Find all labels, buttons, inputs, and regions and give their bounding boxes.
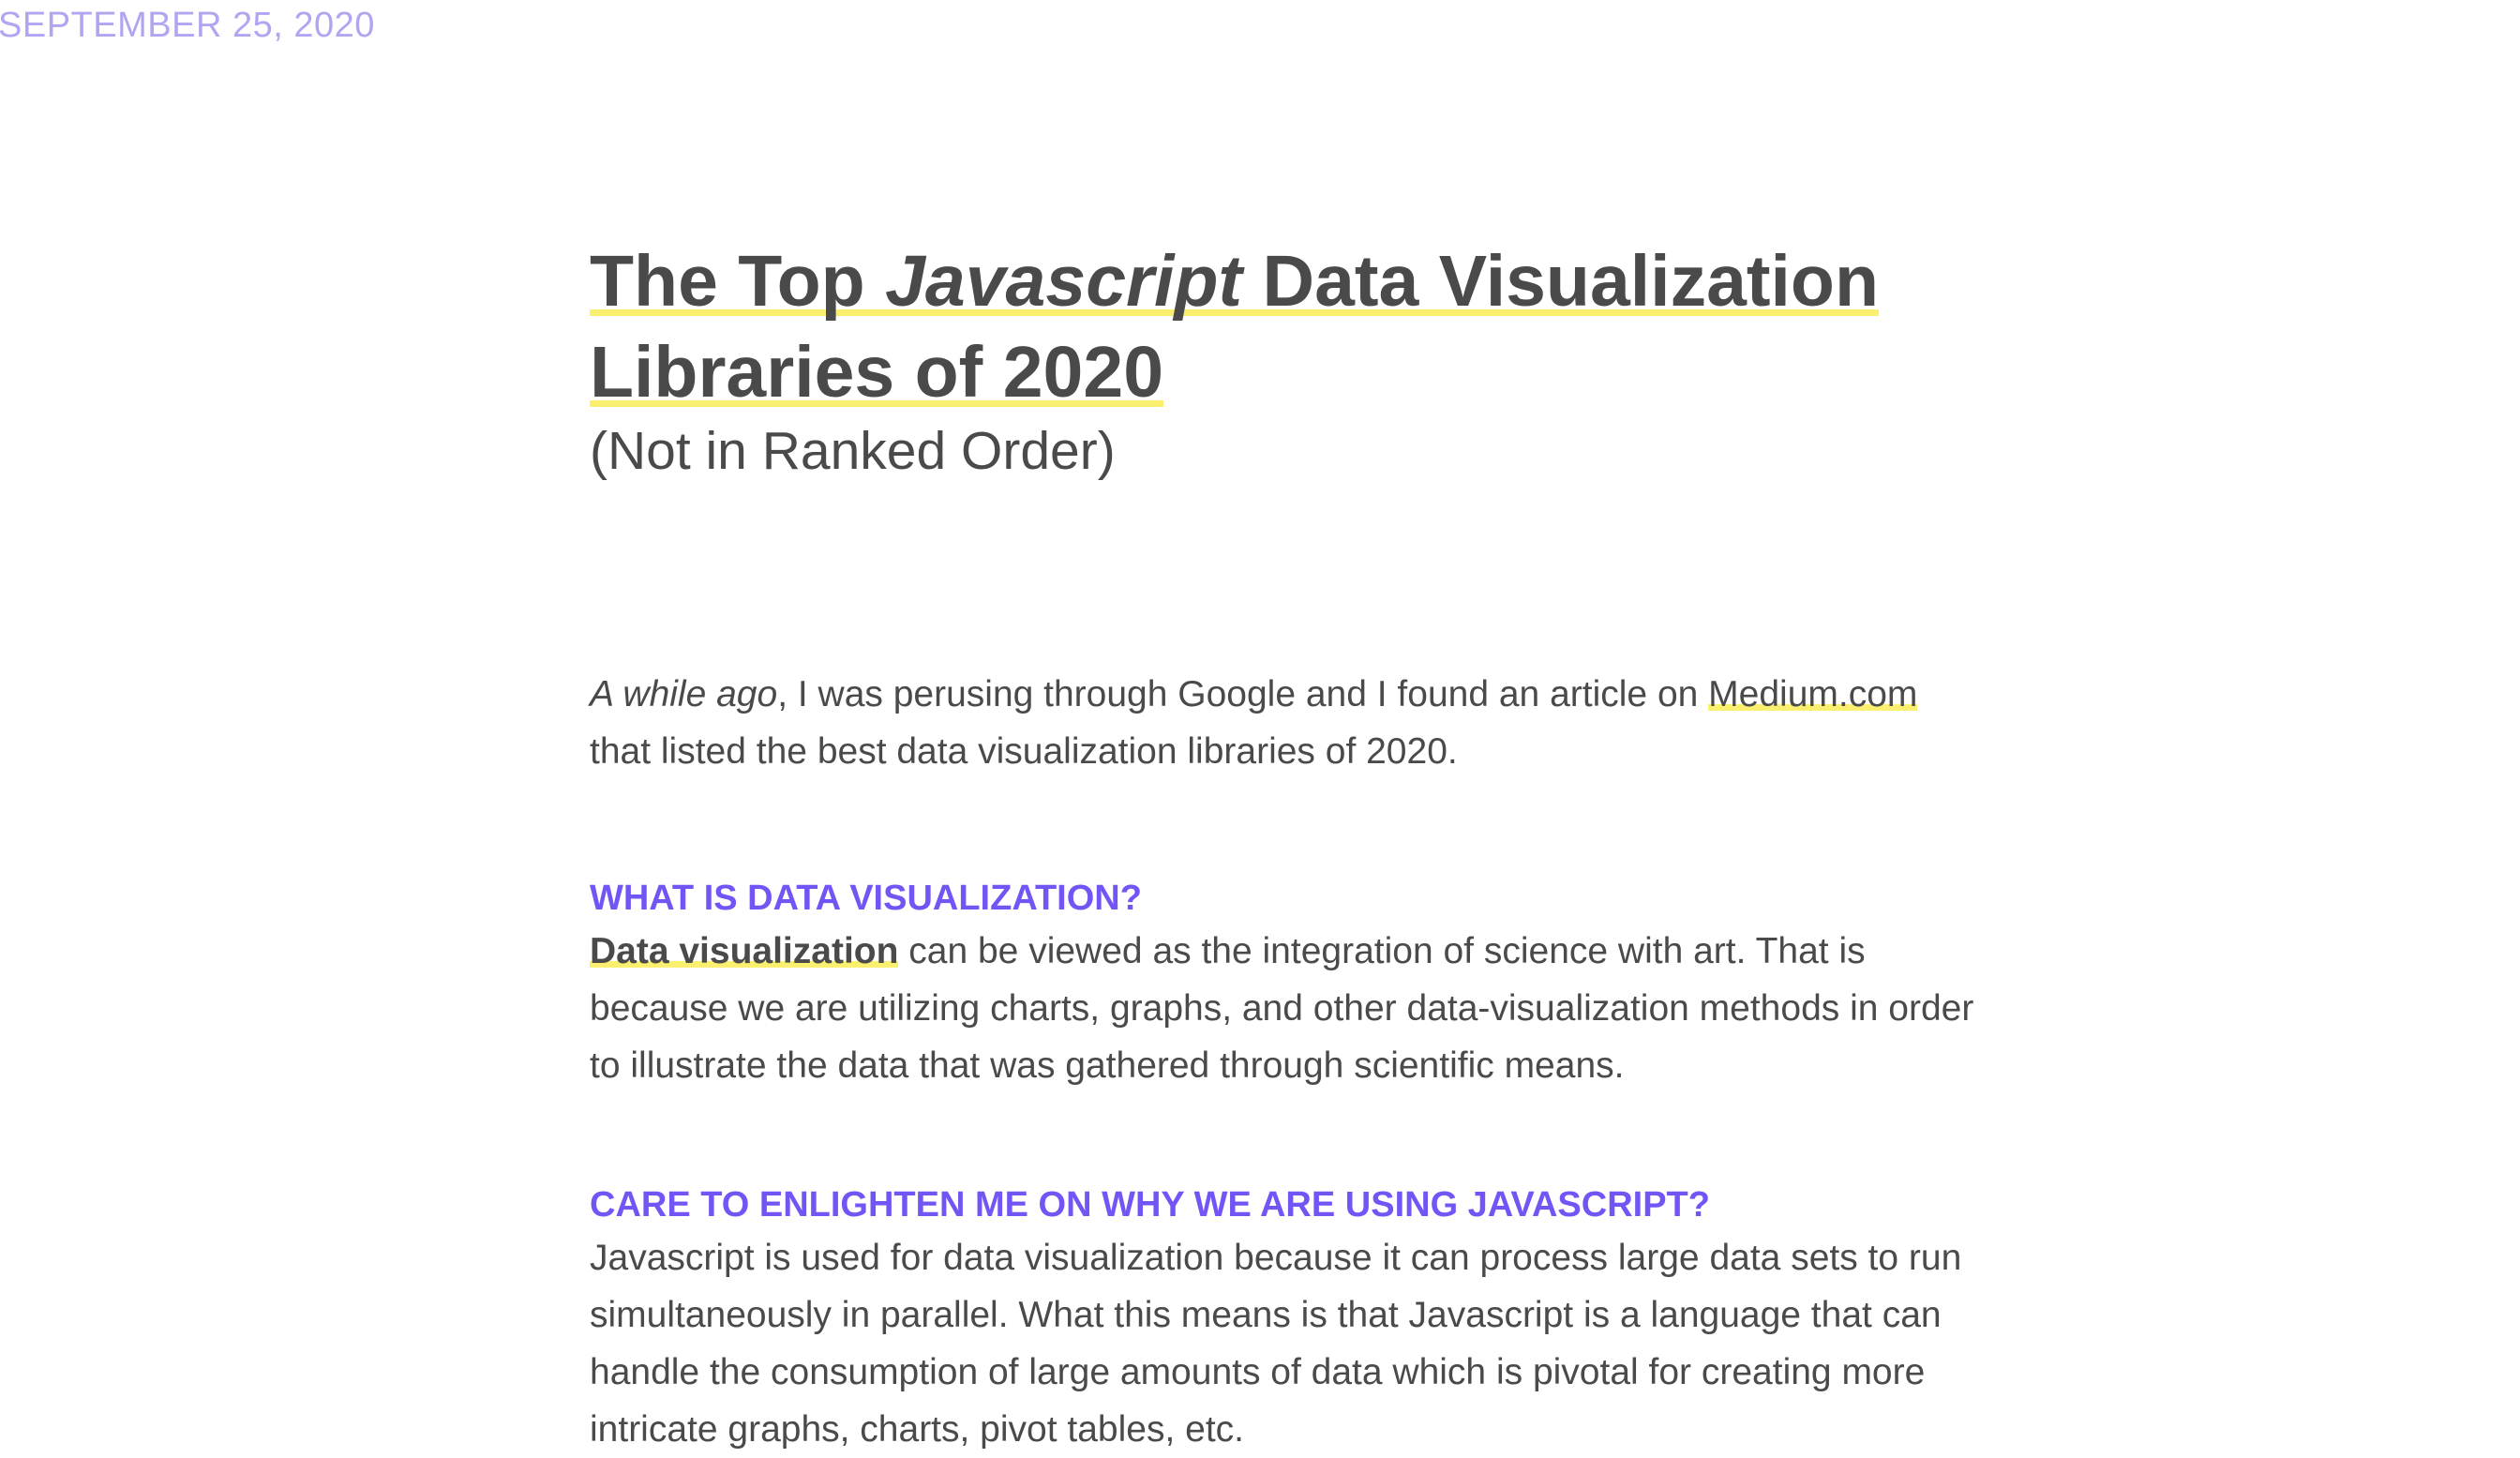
title-italic: Javascript [885, 241, 1243, 322]
post-date: SEPTEMBER 25, 2020 [0, 6, 375, 45]
section-heading: WHAT IS DATA VISUALIZATION? [590, 879, 1142, 918]
section-what-is-data-visualization: WHAT IS DATA VISUALIZATION? Data visuali… [590, 874, 1977, 1094]
section-paragraph: Javascript is used for data visualizatio… [590, 1238, 1962, 1450]
title-part-2: Data Visualization [1242, 241, 1880, 322]
title-part-1: The Top [590, 241, 886, 322]
title-line-2: Libraries of 2020 [590, 332, 1164, 413]
intro-text-2: that listed the best data visualization … [590, 731, 1458, 772]
article: The Top Javascript Data Visualization Li… [590, 236, 1977, 1450]
title-highlight: The Top Javascript Data Visualization [590, 241, 1880, 322]
section-heading: CARE TO ENLIGHTEN ME ON WHY WE ARE USING… [590, 1185, 1710, 1225]
intro-text-1: , I was perusing through Google and I fo… [777, 674, 1709, 714]
data-visualization-link[interactable]: Data visualization [590, 931, 899, 971]
section-why-javascript: CARE TO ENLIGHTEN ME ON WHY WE ARE USING… [590, 1180, 1977, 1458]
intro-italic-lead: A while ago [590, 674, 778, 714]
article-title: The Top Javascript Data Visualization Li… [590, 236, 1977, 418]
article-subtitle: (Not in Ranked Order) [590, 421, 1116, 481]
section-paragraph: Data visualization can be viewed as the … [590, 923, 1977, 1094]
intro-paragraph: A while ago, I was perusing through Goog… [590, 666, 1977, 780]
medium-link[interactable]: Medium.com [1708, 674, 1918, 714]
